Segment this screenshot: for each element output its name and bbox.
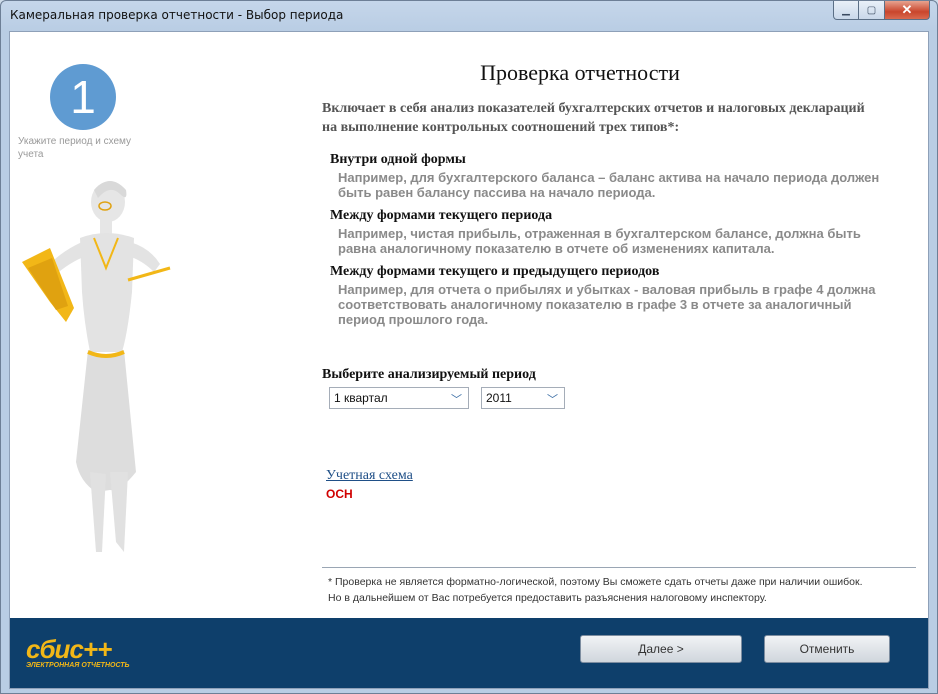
- section-text: Например, для отчета о прибылях и убытка…: [338, 282, 876, 327]
- logo-subtitle: ЭЛЕКТРОННАЯ ОТЧЕТНОСТЬ: [26, 662, 130, 669]
- section-text: Например, чистая прибыль, отраженная в б…: [338, 226, 861, 256]
- close-button[interactable]: ✕: [885, 1, 930, 20]
- section-same-form: Внутри одной формы Например, для бухгалт…: [330, 152, 890, 200]
- close-icon: ✕: [901, 2, 913, 17]
- window-controls: ▁ ▢ ✕: [833, 1, 930, 20]
- dialog-body: 1 Укажите период и схему учета Проверка …: [9, 31, 929, 689]
- step-hint: Укажите период и схему учета: [18, 136, 132, 160]
- bottom-bar: сбис++ ЭЛЕКТРОННАЯ ОТЧЕТНОСТЬ Далее > От…: [10, 618, 928, 688]
- section-text: Например, для бухгалтерского баланса – б…: [338, 170, 880, 200]
- step-indicator: 1: [50, 64, 116, 130]
- section-heading: Между формами текущего периода: [330, 208, 553, 223]
- footnote-line-2: Но в дальнейшем от Вас потребуется предо…: [328, 592, 767, 604]
- woman-illustration: [22, 181, 171, 552]
- intro-text: Включает в себя анализ показателей бухга…: [322, 101, 865, 135]
- section-heading: Между формами текущего и предыдущего пер…: [330, 264, 660, 279]
- minimize-icon: ▁: [842, 4, 850, 16]
- maximize-button[interactable]: ▢: [859, 1, 885, 20]
- quarter-value: 1 квартал: [334, 391, 388, 405]
- chevron-down-icon[interactable]: ﹀: [451, 391, 462, 407]
- section-current-period: Между формами текущего периода Например,…: [330, 208, 890, 256]
- cancel-button[interactable]: Отменить: [764, 635, 890, 663]
- page-title: Проверка отчетности: [480, 60, 680, 85]
- accounting-scheme-link[interactable]: Учетная схема: [326, 468, 413, 484]
- title-bar[interactable]: Камеральная проверка отчетности - Выбор …: [1, 1, 937, 31]
- year-value: 2011: [486, 391, 512, 405]
- minimize-button[interactable]: ▁: [833, 1, 859, 20]
- sbis-logo: сбис++ ЭЛЕКТРОННАЯ ОТЧЕТНОСТЬ: [26, 634, 129, 669]
- section-heading: Внутри одной формы: [330, 152, 466, 167]
- accounting-scheme-value: ОСН: [326, 487, 353, 501]
- left-panel: 1 Укажите период и схему учета: [10, 32, 171, 618]
- footnote: * Проверка не является форматно-логическ…: [328, 574, 918, 606]
- period-label: Выберите анализируемый период: [322, 367, 536, 382]
- chevron-down-icon[interactable]: ﹀: [547, 391, 558, 407]
- year-select[interactable]: 2011 ﹀: [481, 387, 565, 409]
- section-previous-period: Между формами текущего и предыдущего пер…: [330, 264, 890, 327]
- logo-text: сбис++: [26, 634, 112, 664]
- app-window: Камеральная проверка отчетности - Выбор …: [0, 0, 938, 694]
- quarter-select[interactable]: 1 квартал ﹀: [329, 387, 469, 409]
- next-button[interactable]: Далее >: [580, 635, 742, 663]
- divider: [322, 567, 916, 568]
- footnote-line-1: * Проверка не является форматно-логическ…: [328, 576, 863, 588]
- window-title: Камеральная проверка отчетности - Выбор …: [10, 8, 344, 22]
- step-number: 1: [70, 71, 96, 123]
- maximize-icon: ▢: [866, 4, 877, 16]
